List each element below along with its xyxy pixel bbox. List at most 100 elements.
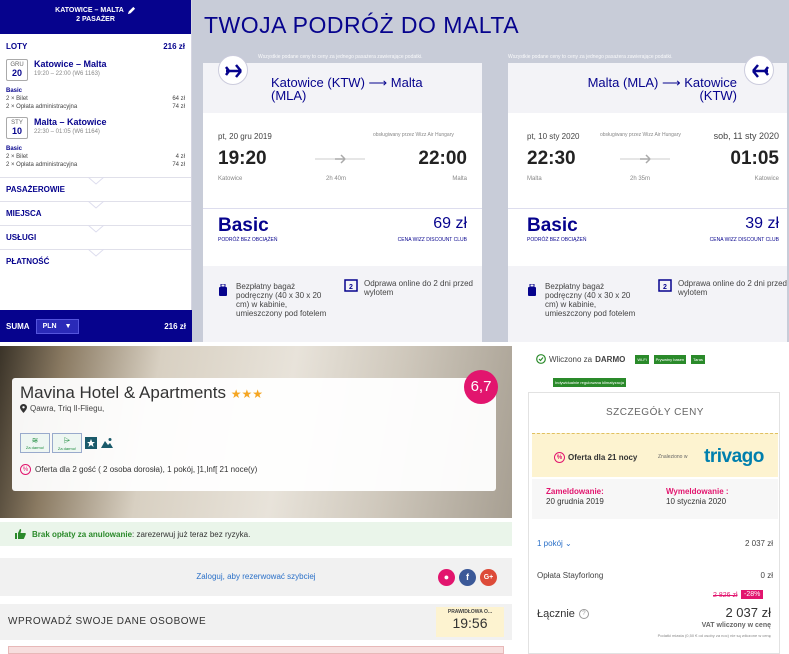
- google-plus-icon[interactable]: G+: [480, 569, 497, 586]
- personal-data-header: WPROWADŹ SWOJE DANE OSOBOWE PRAWIDŁOWA O…: [0, 604, 512, 640]
- date-box: STY 10: [6, 117, 28, 139]
- fare-perks: Bezpłatny bagaż podręczny (40 x 30 x 20 …: [508, 266, 787, 342]
- login-link[interactable]: Zaloguj, aby rezerwować szybciej: [0, 572, 512, 581]
- discount-club-label: CENA WIZZ DISCOUNT CLUB: [709, 237, 779, 243]
- total-bar: SUMA PLN ▼ 216 zł: [0, 310, 192, 342]
- arr-city: Katowice: [754, 176, 779, 182]
- fare-price: 39 zł: [745, 215, 779, 232]
- parking-free-badge: ⩥ Za darmo!: [52, 433, 82, 453]
- perk-checkin: Odprawa online do 2 dni przed wylotem: [364, 279, 473, 297]
- included-bold: DARMO: [595, 354, 626, 364]
- operator: obsługiwany przez Wizz Air Hungary: [373, 132, 454, 138]
- fare-line: 2 × Bilet 4 zł: [6, 154, 185, 160]
- section-passengers[interactable]: PASAŻEROWIE: [0, 177, 191, 201]
- included-free-row: Wliczono za DARMO Wi-Fi Prywatny basen T…: [536, 354, 705, 364]
- section-payment[interactable]: PŁATNOŚĆ: [0, 249, 191, 273]
- fare-perks: Bezpłatny bagaż podręczny (40 x 30 x 20 …: [203, 266, 482, 342]
- timer-value: 19:56: [452, 615, 488, 631]
- section-seats[interactable]: MIEJSCA: [0, 201, 191, 225]
- free-cancellation-text: : zarezerwuj już teraz bez ryzyka.: [132, 529, 251, 539]
- wifi-free-badge: ≋ Za darmo!: [20, 433, 50, 453]
- arr-time: 22:00: [418, 148, 467, 169]
- summary-route: KATOWICE – MALTA: [55, 7, 124, 14]
- alert-box: [8, 646, 504, 654]
- rooms-price: 2 037 zł: [744, 539, 773, 548]
- svg-text:2: 2: [349, 284, 353, 291]
- total-label: Łącznie?: [537, 608, 589, 620]
- total-value: 216 zł: [164, 321, 186, 331]
- fare-line: 2 × Opłata administracyjna 74 zł: [6, 104, 185, 110]
- help-icon[interactable]: ?: [578, 609, 589, 619]
- flight-item-return: STY 10 Malta – Katowice 22:30 – 01:05 (W6 …: [0, 117, 191, 139]
- bag-icon: [219, 284, 227, 296]
- plane-icon: [218, 55, 248, 85]
- thumbs-up-icon: [15, 529, 26, 539]
- dep-city: Malta: [527, 176, 542, 182]
- section-services[interactable]: USŁUGI: [0, 225, 191, 249]
- arr-city: Malta: [452, 176, 467, 182]
- free-cancellation-bold: Brak opłaty za anulowanie: [32, 529, 133, 539]
- trivago-logo: trivago: [704, 446, 764, 467]
- login-bar: Zaloguj, aby rezerwować szybciej ● f G+: [0, 558, 512, 596]
- caret-down-icon: ▼: [64, 322, 72, 330]
- flight-item-outbound: GRU 20 Katowice – Malta 19:20 – 22:00 (W6 …: [0, 59, 191, 81]
- fare-subtitle: PODRÓŻ BEZ OBCIĄŻEŃ: [527, 237, 587, 243]
- facebook-icon[interactable]: f: [459, 569, 476, 586]
- fare-line: 2 × Bilet 64 zł: [6, 96, 185, 102]
- offer-nights: Oferta dla 21 nocy: [568, 453, 638, 462]
- duration: 2h 35m: [630, 176, 651, 182]
- currency-select[interactable]: PLN ▼: [35, 318, 79, 334]
- price-details-title: SZCZEGÓŁY CENY: [606, 407, 704, 418]
- edit-icon[interactable]: [127, 6, 136, 15]
- found-in-label: Znaleziono w: [658, 454, 688, 460]
- card-route: Malta (MLA) ⟶ Katowice (KTW): [587, 75, 737, 103]
- fare-name: Basic: [218, 215, 269, 236]
- landscape-icon: [101, 438, 113, 448]
- fare-basic[interactable]: Basic PODRÓŻ BEZ OBCIĄŻEŃ 69 zł CENA WIZ…: [203, 208, 482, 266]
- total-label: SUMA: [6, 321, 30, 331]
- price-note: Wszystkie podane ceny to ceny za jednego…: [258, 54, 423, 60]
- free-cancellation-banner: Brak opłaty za anulowanie: zarezerwuj ju…: [0, 522, 512, 546]
- percent-icon: %: [554, 452, 565, 463]
- tag-wifi: Wi-Fi: [635, 354, 649, 364]
- rooms-row[interactable]: 1 pokój ⌄ 2 037 zł: [537, 539, 773, 548]
- fare-name: Basic: [527, 215, 578, 236]
- summary-header[interactable]: KATOWICE – MALTA 2 PASAŻER: [0, 0, 191, 34]
- timer-label: PRAWIDŁOWA O...: [447, 609, 493, 615]
- offer-summary: % Oferta dla 2 gość ( 2 osoba dorosła), 1…: [20, 464, 257, 475]
- chevron-down-icon: [88, 201, 104, 209]
- fare-name: Basic: [6, 146, 23, 152]
- card-route: Katowice (KTW) ⟶ Malta (MLA): [271, 75, 423, 103]
- flights-label: LOTY: [6, 42, 28, 51]
- percent-icon: %: [20, 464, 31, 475]
- plane-icon: [620, 154, 670, 164]
- duration: 2h 40m: [326, 176, 347, 182]
- dep-city: Katowice: [218, 176, 243, 182]
- location-pin-icon: [20, 404, 27, 413]
- hotel-name: Mavina Hotel & Apartments ★★★: [20, 383, 263, 402]
- fee-row: Opłata Stayforlong 0 zł: [537, 571, 773, 580]
- plane-icon: [315, 154, 365, 164]
- tag-private-pool: Prywatny basen: [653, 354, 687, 364]
- page-title: TWOJA PODRÓŻ DO MALTA: [204, 12, 520, 38]
- check-circle-icon: [536, 354, 546, 364]
- parking-icon: ⩥: [63, 436, 71, 445]
- flights-price: 216 zł: [163, 42, 185, 51]
- discount-badge: -28%: [741, 590, 764, 599]
- flight-time: 22:30 – 01:05 (W6 1164): [34, 129, 100, 135]
- flight-route: Katowice – Malta: [34, 59, 107, 69]
- rooms-label: 1 pokój: [537, 539, 563, 548]
- stayforlong-login-icon[interactable]: ●: [438, 569, 455, 586]
- price-details-card: SZCZEGÓŁY CENY % Oferta dla 21 nocy Znale…: [528, 392, 780, 654]
- fare-line: 2 × Opłata administracyjna 74 zł: [6, 162, 185, 168]
- operator: obsługiwany przez Wizz Air Hungary: [600, 132, 681, 138]
- city-tax-note: Podatki miasta (0,50 € od osoby za noc) …: [657, 633, 771, 638]
- calendar-icon: 2: [658, 279, 672, 292]
- svg-text:2: 2: [663, 284, 667, 291]
- fare-basic[interactable]: Basic PODRÓŻ BEZ OBCIĄŻEŃ 39 zł CENA WIZ…: [508, 208, 787, 266]
- checkin: Zameldowanie: 20 grudnia 2019: [546, 487, 604, 506]
- bag-icon: [528, 284, 536, 296]
- flights-row[interactable]: LOTY 216 zł: [0, 42, 191, 51]
- perk-bag: Bezpłatny bagaż podręczny (40 x 30 x 20 …: [545, 282, 636, 318]
- old-price: 2 826 zł: [713, 592, 738, 599]
